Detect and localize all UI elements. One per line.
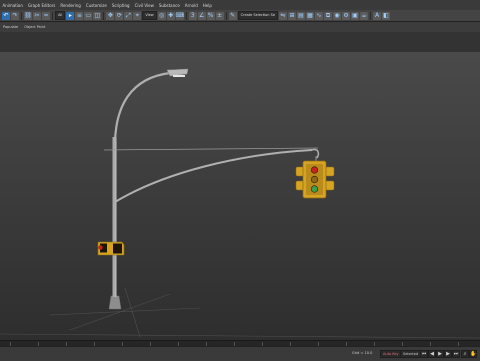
play-icon[interactable]: ▶	[436, 350, 444, 358]
undo-icon[interactable]: ↶	[2, 11, 10, 20]
placement-icon[interactable]: ⌖	[133, 11, 142, 20]
select-by-name-icon[interactable]: ≡	[75, 11, 84, 20]
select-manipulate-icon[interactable]: ✚	[166, 11, 175, 20]
ribbon-tab-populate[interactable]: Populate	[0, 25, 21, 29]
previous-frame-icon[interactable]: ◀	[428, 350, 436, 358]
curve-editor-icon[interactable]: ∿	[315, 11, 324, 20]
menu-arnold[interactable]: Arnold	[182, 3, 200, 8]
amber-lamp	[311, 176, 318, 183]
window-crossing-icon[interactable]: ◫	[93, 11, 102, 20]
render-setup-icon[interactable]: ⚙	[342, 11, 351, 20]
menu-graph-editors[interactable]: Graph Editors	[25, 3, 57, 8]
toolbar-separator	[103, 11, 105, 20]
reference-coordinate-dropdown[interactable]: View	[142, 11, 157, 20]
pan-view-icon[interactable]: ✋	[469, 350, 477, 358]
menu-help[interactable]: Help	[200, 3, 214, 8]
pedestrian-signal[interactable]	[97, 241, 125, 256]
status-bar: Grid = 10.0 Auto Key Selected ⏮ ◀ ▶ ▶ ⏭ …	[0, 346, 480, 361]
next-frame-icon[interactable]: ▶	[444, 350, 452, 358]
toolbar-separator	[52, 11, 53, 20]
red-lamp	[311, 167, 318, 173]
bind-icon[interactable]: ≈	[42, 11, 50, 20]
rotate-icon[interactable]: ⟳	[115, 11, 124, 20]
move-icon[interactable]: ✥	[106, 11, 115, 20]
walk-signal-lamp	[98, 245, 103, 250]
scale-icon[interactable]: ⤢	[124, 11, 133, 20]
perspective-viewport[interactable]	[0, 52, 480, 340]
signal-mast-arm[interactable]	[114, 149, 313, 203]
go-to-start-icon[interactable]: ⏮	[420, 350, 428, 358]
lamp-lens	[173, 75, 185, 77]
streetlight-head[interactable]	[166, 68, 189, 77]
spinner-snap-icon[interactable]: ±	[215, 11, 224, 20]
material-editor-icon[interactable]: ◉	[333, 11, 342, 20]
menu-rendering[interactable]: Rendering	[58, 3, 83, 8]
streetlight-arm[interactable]	[113, 71, 171, 143]
edit-named-sets-icon[interactable]: ✎	[228, 11, 237, 20]
toolbar-separator	[370, 11, 372, 20]
menu-civil-view[interactable]: Civil View	[132, 3, 156, 8]
scene-canvas	[0, 68, 480, 339]
snap-toggle-icon[interactable]: 3	[188, 11, 197, 20]
arnold-icon[interactable]: A	[373, 11, 382, 20]
keyboard-shortcut-icon[interactable]: ⌨	[175, 11, 184, 20]
layer-explorer-icon[interactable]: ▤	[297, 11, 306, 20]
selection-filter-dropdown[interactable]: All	[55, 11, 66, 20]
render-icon[interactable]: ☕	[360, 11, 369, 20]
ground-grid	[0, 287, 480, 339]
rendered-frame-icon[interactable]: ▣	[351, 11, 360, 20]
ribbon-tab-object-paint[interactable]: Object Paint	[21, 25, 48, 29]
toolbar-separator	[185, 11, 187, 20]
rect-selection-icon[interactable]: ▭	[84, 11, 93, 20]
pole-highlight	[115, 137, 117, 297]
mirror-icon[interactable]: ⇋	[279, 11, 288, 20]
traffic-signal-main[interactable]	[295, 160, 335, 199]
select-object-icon[interactable]: ▸	[66, 11, 75, 20]
angle-snap-icon[interactable]: ∠	[197, 11, 206, 20]
main-toolbar: ↶ ↷ ⛓ ✂ ≈ All ▸ ≡ ▭ ◫ ✥ ⟳ ⤢ ⌖ View ◎ ✚ ⌨…	[0, 10, 480, 22]
mast-arm-hook	[311, 148, 320, 159]
workspace-icon[interactable]: ◧	[382, 11, 391, 20]
percent-snap-icon[interactable]: %	[206, 11, 215, 20]
toolbar-separator	[225, 11, 227, 20]
green-lamp	[311, 186, 318, 192]
viewport-header	[0, 32, 480, 53]
zoom-viewport-icon[interactable]: ⌕	[461, 350, 469, 358]
menu-animation[interactable]: Animation	[0, 3, 25, 8]
menu-bar: Animation Graph Editors Rendering Custom…	[0, 0, 480, 10]
schematic-view-icon[interactable]: ⧉	[324, 11, 333, 20]
menu-scripting[interactable]: Scripting	[109, 3, 132, 8]
redo-icon[interactable]: ↷	[11, 11, 19, 20]
grid-readout: Grid = 10.0	[352, 351, 373, 355]
align-icon[interactable]: ⊞	[288, 11, 297, 20]
go-to-end-icon[interactable]: ⏭	[452, 350, 460, 358]
key-mode-dropdown[interactable]: Selected	[400, 350, 422, 358]
named-selection-sets-dropdown[interactable]: Create Selection Se	[237, 11, 279, 20]
menu-customize[interactable]: Customize	[83, 3, 109, 8]
pole-base[interactable]	[108, 295, 122, 310]
link-icon[interactable]: ⛓	[24, 11, 32, 20]
menu-substance[interactable]: Substance	[156, 3, 182, 8]
toolbar-separator	[21, 11, 22, 20]
toggle-ribbon-icon[interactable]: ▦	[306, 11, 315, 20]
unlink-icon[interactable]: ✂	[33, 11, 41, 20]
pivot-center-icon[interactable]: ◎	[157, 11, 166, 20]
span-wire	[103, 147, 319, 151]
auto-key-button[interactable]: Auto Key	[380, 350, 402, 358]
